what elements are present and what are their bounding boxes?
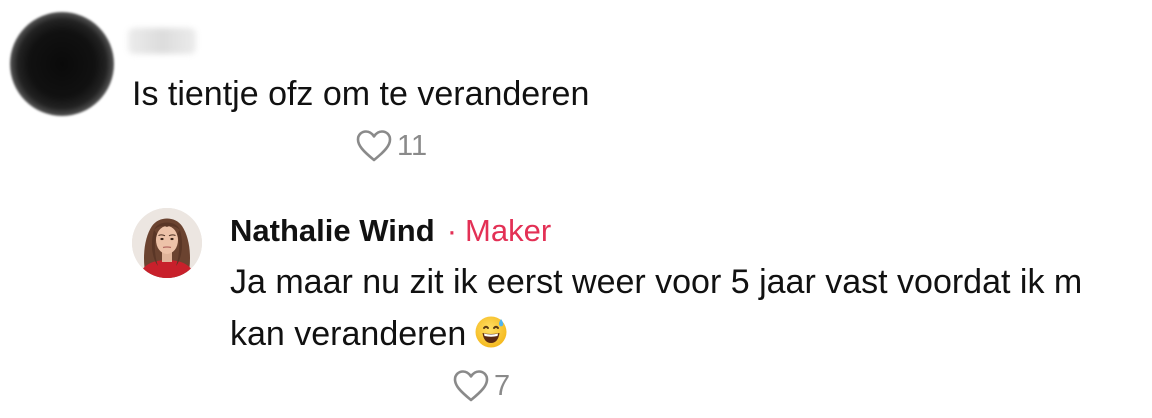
reply-author-avatar[interactable]: [132, 208, 202, 278]
reply-text-line-1: Ja maar nu zit ik eerst weer voor 5 jaar…: [230, 263, 1083, 301]
reply-like-button[interactable]: 7: [452, 364, 510, 408]
avatar-portrait-image: [132, 208, 202, 278]
comment-like-button[interactable]: 11: [355, 126, 427, 166]
reply-like-count: 7: [494, 369, 511, 402]
comment-text: Is tientje ofz om te veranderen: [132, 75, 590, 113]
comment-thread: Is tientje ofz om te veranderen 11 Natha…: [0, 0, 1152, 418]
heart-outline-icon[interactable]: [355, 129, 393, 163]
author-role-separator: ·: [446, 213, 458, 248]
heart-outline-icon[interactable]: [452, 369, 490, 403]
grinning-face-with-sweat-emoji: [474, 314, 508, 362]
creator-badge: Maker: [465, 213, 552, 248]
reply-text-line-2-label: kan veranderen: [230, 315, 467, 353]
reply-text-line-2: kan veranderen: [230, 310, 508, 362]
commenter-avatar[interactable]: [10, 12, 114, 116]
commenter-username-redacted[interactable]: [128, 28, 196, 54]
comment-like-count: 11: [397, 129, 428, 162]
reply-header: Nathalie Wind · Maker: [230, 208, 551, 254]
reply-author-name[interactable]: Nathalie Wind: [230, 213, 435, 249]
